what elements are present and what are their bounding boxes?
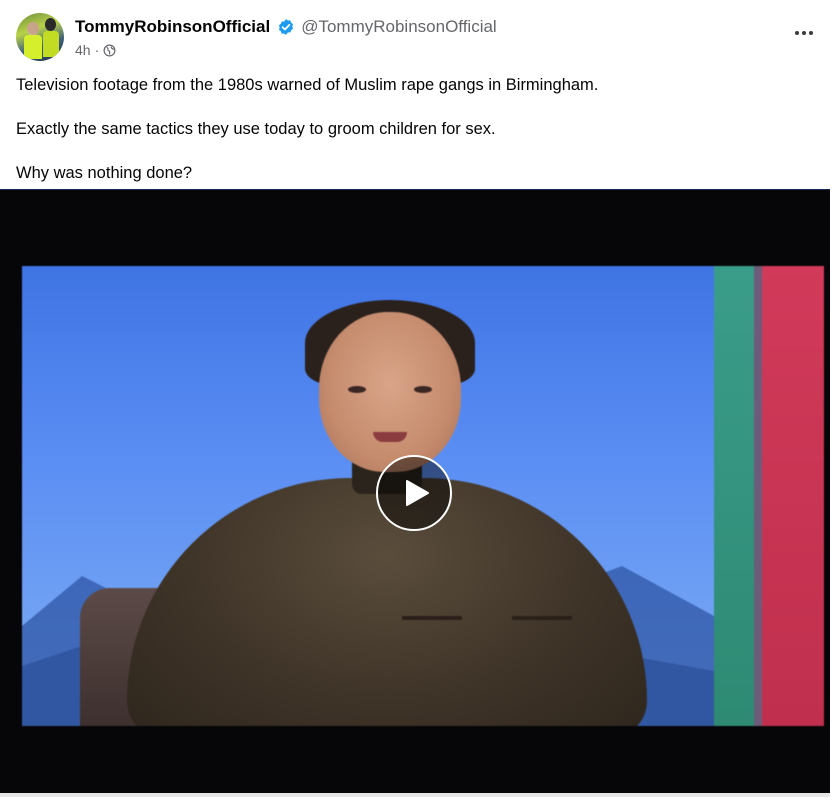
post-text: Television footage from the 1980s warned… <box>16 74 818 206</box>
more-horizontal-icon <box>795 31 799 35</box>
author-avatar[interactable] <box>16 13 64 61</box>
meta-separator: · <box>94 42 100 58</box>
play-icon <box>405 480 429 506</box>
verified-badge-icon <box>279 19 294 35</box>
post-meta: 4h · <box>75 40 116 60</box>
more-options-button[interactable] <box>792 23 816 43</box>
post-timestamp[interactable]: 4h <box>75 42 91 58</box>
author-display-name[interactable]: TommyRobinsonOfficial <box>75 17 270 37</box>
video-bottom-edge <box>0 793 830 797</box>
post-text-line: Why was nothing done? <box>16 164 193 182</box>
play-button[interactable] <box>376 455 452 531</box>
post-text-line: Television footage from the 1980s warned… <box>16 76 599 94</box>
post-header: TommyRobinsonOfficial @TommyRobinsonOffi… <box>16 13 834 61</box>
post-text-line: Exactly the same tactics they use today … <box>16 120 496 138</box>
author-name-row: TommyRobinsonOfficial @TommyRobinsonOffi… <box>75 15 497 39</box>
globe-icon[interactable] <box>103 44 116 57</box>
video-player[interactable] <box>0 189 830 797</box>
post-card: TommyRobinsonOfficial @TommyRobinsonOffi… <box>0 0 834 800</box>
author-handle[interactable]: @TommyRobinsonOfficial <box>301 17 497 37</box>
